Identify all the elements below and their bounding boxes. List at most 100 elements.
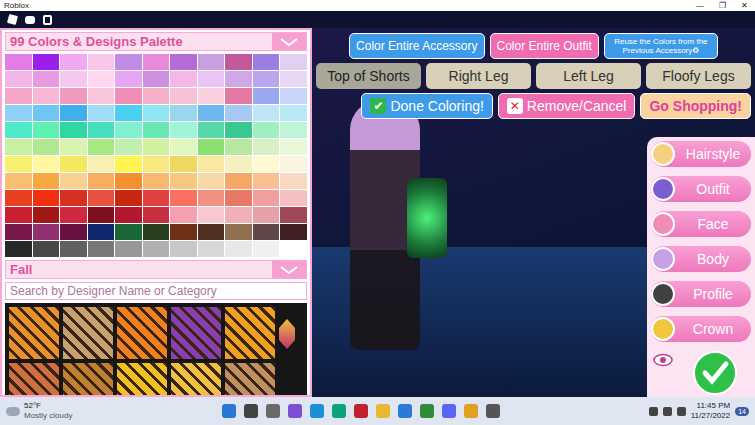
color-swatch[interactable] [88,156,115,172]
color-swatch[interactable] [225,88,252,104]
design-tile[interactable] [171,307,221,359]
color-swatch[interactable] [170,139,197,155]
palette-header[interactable]: 99 Colors & Designs Palette [5,32,307,51]
color-swatch[interactable] [198,54,225,70]
part-tab[interactable]: Right Leg [426,63,531,89]
color-swatch[interactable] [225,139,252,155]
color-swatch[interactable] [115,122,142,138]
color-swatch[interactable] [88,241,115,257]
color-swatch[interactable] [33,105,60,121]
color-swatch[interactable] [5,139,32,155]
color-swatch[interactable] [5,156,32,172]
color-swatch[interactable] [143,54,170,70]
color-swatch[interactable] [253,122,280,138]
color-swatch[interactable] [253,207,280,223]
color-swatch[interactable] [5,207,32,223]
color-swatch[interactable] [198,71,225,87]
color-swatch[interactable] [5,54,32,70]
color-swatch[interactable] [198,173,225,189]
wifi-icon[interactable] [649,407,658,416]
color-swatch[interactable] [170,88,197,104]
backpack-icon[interactable] [43,15,52,25]
color-swatch[interactable] [5,190,32,206]
clock[interactable]: 11:45 PM 11/27/2022 [691,401,730,421]
color-swatch[interactable] [5,241,32,257]
scope-button[interactable]: Color Entire Outfit [490,33,599,59]
color-swatch[interactable] [115,173,142,189]
color-swatch[interactable] [143,190,170,206]
color-swatch[interactable] [225,190,252,206]
chevron-icon[interactable] [272,261,306,278]
app-icon[interactable] [266,404,280,418]
menu-button[interactable]: Hairstyle [651,141,751,167]
color-swatch[interactable] [198,156,225,172]
confirm-check-icon[interactable] [693,351,737,397]
color-swatch[interactable] [60,122,87,138]
design-tile[interactable] [171,363,221,395]
menu-button[interactable]: Outfit [651,176,751,202]
color-swatch[interactable] [60,139,87,155]
design-tile[interactable] [9,307,59,359]
category-dropdown[interactable]: Fall [5,260,307,279]
color-swatch[interactable] [198,207,225,223]
color-swatch[interactable] [88,122,115,138]
color-swatch[interactable] [143,122,170,138]
window-control[interactable]: ✕ [733,1,755,11]
color-swatch[interactable] [253,173,280,189]
color-swatch[interactable] [33,88,60,104]
color-swatch[interactable] [170,71,197,87]
color-swatch[interactable] [225,241,252,257]
color-swatch[interactable] [170,224,197,240]
color-swatch[interactable] [280,173,307,189]
color-swatch[interactable] [253,156,280,172]
battery-icon[interactable] [677,407,686,416]
color-swatch[interactable] [115,88,142,104]
menu-button[interactable]: Body [651,246,751,272]
color-swatch[interactable] [280,156,307,172]
part-tab[interactable]: Top of Shorts [316,63,421,89]
color-swatch[interactable] [88,224,115,240]
color-swatch[interactable] [143,139,170,155]
color-swatch[interactable] [115,71,142,87]
color-swatch[interactable] [225,71,252,87]
color-swatch[interactable] [170,190,197,206]
color-swatch[interactable] [5,224,32,240]
color-swatch[interactable] [88,207,115,223]
color-swatch[interactable] [253,241,280,257]
color-swatch[interactable] [253,54,280,70]
color-swatch[interactable] [170,156,197,172]
color-swatch[interactable] [198,224,225,240]
design-tile[interactable] [117,363,167,395]
color-swatch[interactable] [33,156,60,172]
menu-button[interactable]: Crown [651,316,751,342]
color-swatch[interactable] [143,88,170,104]
color-swatch[interactable] [253,139,280,155]
color-swatch[interactable] [88,71,115,87]
color-swatch[interactable] [5,88,32,104]
color-swatch[interactable] [198,88,225,104]
color-swatch[interactable] [115,207,142,223]
color-swatch[interactable] [225,224,252,240]
color-swatch[interactable] [170,54,197,70]
color-swatch[interactable] [115,241,142,257]
color-swatch[interactable] [170,173,197,189]
weather-widget[interactable]: 52°F Mostly cloudy [6,401,72,421]
color-swatch[interactable] [170,122,197,138]
color-swatch[interactable] [253,88,280,104]
color-swatch[interactable] [33,173,60,189]
color-swatch[interactable] [60,54,87,70]
color-swatch[interactable] [225,105,252,121]
color-swatch[interactable] [60,241,87,257]
color-swatch[interactable] [280,190,307,206]
color-swatch[interactable] [33,241,60,257]
color-swatch[interactable] [5,71,32,87]
color-swatch[interactable] [60,156,87,172]
color-swatch[interactable] [280,241,307,257]
color-swatch[interactable] [143,207,170,223]
color-swatch[interactable] [5,173,32,189]
color-swatch[interactable] [88,105,115,121]
app-icon[interactable] [310,404,324,418]
color-swatch[interactable] [143,241,170,257]
design-tile[interactable] [225,363,275,395]
chat-icon[interactable] [25,16,35,24]
